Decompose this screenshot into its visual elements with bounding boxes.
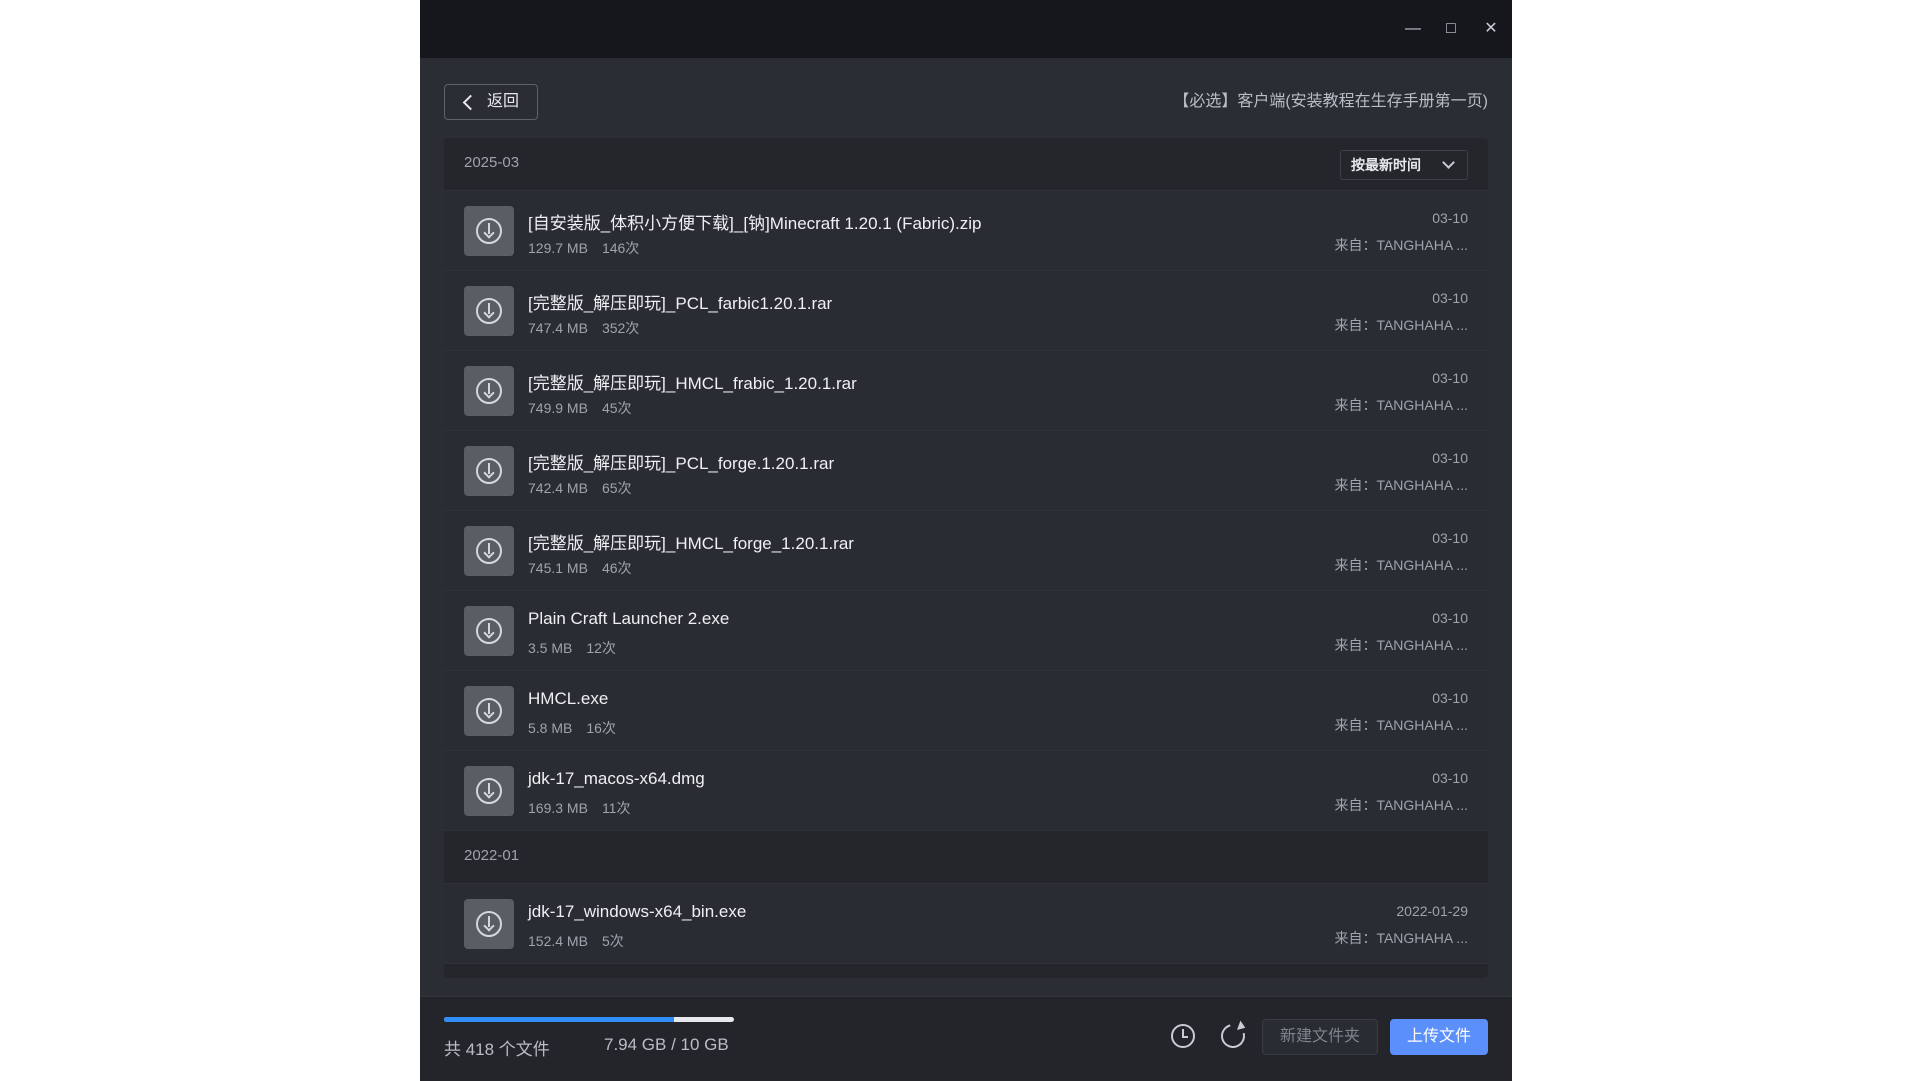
- download-icon[interactable]: [464, 899, 514, 949]
- file-meta: 742.4 MB 65次: [528, 478, 632, 498]
- file-size: 749.9 MB: [528, 400, 588, 416]
- close-icon[interactable]: ✕: [1476, 14, 1506, 44]
- sort-select[interactable]: 按最新时间: [1340, 150, 1468, 180]
- file-meta: 749.9 MB 45次: [528, 398, 632, 418]
- chevron-left-icon: [462, 94, 479, 111]
- file-date: 2022-01-29: [1396, 903, 1468, 919]
- file-source: 来自：TANGHAHA ...: [1334, 930, 1468, 946]
- file-count: 共 418 个文件: [444, 1040, 550, 1059]
- header: 返回 【必选】客户端(安装教程在生存手册第一页): [444, 84, 1488, 122]
- back-button[interactable]: 返回: [444, 84, 538, 120]
- file-source: 来自：TANGHAHA ...: [1334, 237, 1468, 253]
- refresh-icon[interactable]: [1216, 1019, 1250, 1053]
- title-bar: — □ ✕: [420, 0, 1512, 58]
- download-icon[interactable]: [464, 606, 514, 656]
- file-list: 2025-03 按最新时间 [自安装版_体积小方便下载]_[钠]Minecraf…: [444, 138, 1488, 978]
- download-icon[interactable]: [464, 686, 514, 736]
- file-meta: 5.8 MB 16次: [528, 718, 616, 738]
- group-header: 2022-01: [444, 831, 1488, 884]
- file-source: 来自：TANGHAHA ...: [1334, 717, 1468, 733]
- file-size: 5.8 MB: [528, 720, 573, 736]
- file-row[interactable]: jdk-17_windows-x64_bin.exe 152.4 MB 5次 2022…: [444, 884, 1488, 964]
- file-date: 03-10: [1432, 450, 1468, 466]
- file-meta: 3.5 MB 12次: [528, 638, 616, 658]
- file-name[interactable]: jdk-17_macos-x64.dmg: [528, 769, 705, 789]
- download-count: 5次: [601, 933, 624, 949]
- file-size: 152.4 MB: [528, 933, 588, 949]
- storage-progress-fill: [444, 1017, 675, 1022]
- download-count: 65次: [601, 480, 632, 496]
- download-count: 146次: [601, 240, 640, 256]
- file-name[interactable]: [完整版_解压即玩]_HMCL_frabic_1.20.1.rar: [528, 369, 857, 394]
- file-name[interactable]: [完整版_解压即玩]_PCL_farbic1.20.1.rar: [528, 289, 832, 314]
- file-date: 03-10: [1432, 690, 1468, 706]
- storage-progress-bar: [444, 1017, 734, 1022]
- download-icon[interactable]: [464, 286, 514, 336]
- group-date-label: 2025-03: [464, 154, 520, 171]
- upload-button[interactable]: 上传文件: [1390, 1019, 1488, 1055]
- file-size: 3.5 MB: [528, 640, 573, 656]
- file-source: 来自：TANGHAHA ...: [1334, 317, 1468, 333]
- storage-usage: 7.94 GB / 10 GB: [604, 1035, 729, 1054]
- file-meta: 152.4 MB 5次: [528, 931, 624, 951]
- group-date-label: 2022-01: [464, 847, 520, 864]
- footer: 共 418 个文件 7.94 GB / 10 GB 新建文件夹 上传文件: [420, 996, 1512, 1081]
- file-row[interactable]: [完整版_解压即玩]_PCL_forge.1.20.1.rar 742.4 MB 6…: [444, 431, 1488, 511]
- file-size: 742.4 MB: [528, 480, 588, 496]
- file-row[interactable]: [完整版_解压即玩]_HMCL_frabic_1.20.1.rar 749.9 M…: [444, 351, 1488, 431]
- file-size: 745.1 MB: [528, 560, 588, 576]
- file-size: 169.3 MB: [528, 800, 588, 816]
- file-row[interactable]: Plain Craft Launcher 2.exe 3.5 MB 12次 03-10…: [444, 591, 1488, 671]
- file-source: 来自：TANGHAHA ...: [1334, 477, 1468, 493]
- sort-select-value: 按最新时间: [1351, 157, 1421, 173]
- download-count: 46次: [601, 560, 632, 576]
- file-size: 747.4 MB: [528, 320, 588, 336]
- download-icon[interactable]: [464, 366, 514, 416]
- download-icon[interactable]: [464, 766, 514, 816]
- file-date: 03-10: [1432, 770, 1468, 786]
- file-date: 03-10: [1432, 530, 1468, 546]
- chevron-down-icon: [1442, 156, 1455, 169]
- maximize-icon[interactable]: □: [1436, 14, 1466, 44]
- file-name[interactable]: [自安装版_体积小方便下载]_[钠]Minecraft 1.20.1 (Fabr…: [528, 209, 981, 234]
- file-meta: 745.1 MB 46次: [528, 558, 632, 578]
- file-row[interactable]: [自安装版_体积小方便下载]_[钠]Minecraft 1.20.1 (Fabr…: [444, 191, 1488, 271]
- back-button-label: 返回: [487, 93, 520, 110]
- download-count: 352次: [601, 320, 640, 336]
- download-icon[interactable]: [464, 206, 514, 256]
- file-row[interactable]: [完整版_解压即玩]_PCL_farbic1.20.1.rar 747.4 MB 3…: [444, 271, 1488, 351]
- file-name[interactable]: [完整版_解压即玩]_HMCL_forge_1.20.1.rar: [528, 529, 854, 554]
- history-icon[interactable]: [1168, 1021, 1198, 1051]
- download-icon[interactable]: [464, 446, 514, 496]
- file-size: 129.7 MB: [528, 240, 588, 256]
- minimize-icon[interactable]: —: [1398, 14, 1428, 44]
- file-name[interactable]: jdk-17_windows-x64_bin.exe: [528, 902, 746, 922]
- file-name[interactable]: Plain Craft Launcher 2.exe: [528, 609, 729, 629]
- file-manager-window: — □ ✕ 返回 【必选】客户端(安装教程在生存手册第一页) 2025-03 按…: [420, 0, 1512, 1081]
- download-count: 11次: [601, 800, 631, 816]
- file-source: 来自：TANGHAHA ...: [1334, 397, 1468, 413]
- download-count: 45次: [601, 400, 632, 416]
- file-meta: 129.7 MB 146次: [528, 238, 639, 258]
- file-row[interactable]: [完整版_解压即玩]_HMCL_forge_1.20.1.rar 745.1 MB…: [444, 511, 1488, 591]
- file-source: 来自：TANGHAHA ...: [1334, 637, 1468, 653]
- file-name[interactable]: HMCL.exe: [528, 689, 608, 709]
- download-count: 12次: [586, 640, 616, 656]
- group-header: 2025-03 按最新时间: [444, 138, 1488, 191]
- file-row[interactable]: HMCL.exe 5.8 MB 16次 03-10 来自：TANGHAHA ...: [444, 671, 1488, 751]
- file-date: 03-10: [1432, 290, 1468, 306]
- new-folder-button[interactable]: 新建文件夹: [1262, 1019, 1378, 1055]
- download-count: 16次: [586, 720, 616, 736]
- file-meta: 169.3 MB 11次: [528, 798, 630, 818]
- folder-title: 【必选】客户端(安装教程在生存手册第一页): [1173, 93, 1488, 110]
- file-row[interactable]: jdk-17_macos-x64.dmg 169.3 MB 11次 03-10 来自：T…: [444, 751, 1488, 831]
- file-source: 来自：TANGHAHA ...: [1334, 797, 1468, 813]
- file-date: 03-10: [1432, 610, 1468, 626]
- file-meta: 747.4 MB 352次: [528, 318, 639, 338]
- file-date: 03-10: [1432, 210, 1468, 226]
- file-name[interactable]: [完整版_解压即玩]_PCL_forge.1.20.1.rar: [528, 449, 834, 474]
- file-source: 来自：TANGHAHA ...: [1334, 557, 1468, 573]
- download-icon[interactable]: [464, 526, 514, 576]
- file-date: 03-10: [1432, 370, 1468, 386]
